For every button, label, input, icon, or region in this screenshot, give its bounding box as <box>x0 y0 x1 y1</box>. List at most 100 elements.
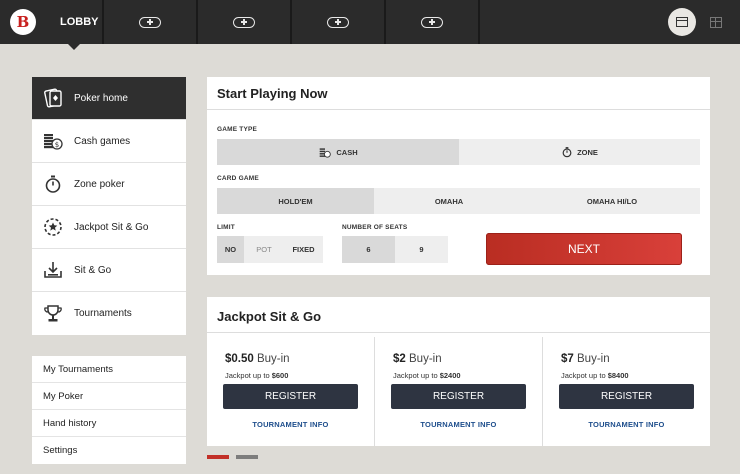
sidebar-item-label: Jackpot Sit & Go <box>74 221 149 233</box>
buyin-amount: $7 <box>561 353 574 365</box>
tournament-info-link[interactable]: TOURNAMENT INFO <box>375 420 542 429</box>
add-table-icon <box>421 16 443 28</box>
start-playing-panel: Start Playing Now GAME TYPE CASH ZONE CA… <box>207 77 710 275</box>
tournament-info-link[interactable]: TOURNAMENT INFO <box>207 420 374 429</box>
tab-lobby[interactable]: LOBBY <box>46 0 102 50</box>
jackpot-line: Jackpot up to $8400 <box>561 371 629 380</box>
stopwatch-icon <box>562 147 572 158</box>
sidebar-item-cash-games[interactable]: $ Cash games <box>32 120 186 163</box>
seats-6[interactable]: 6 <box>342 236 395 263</box>
sidebar-item-sit-go[interactable]: Sit & Go <box>32 249 186 292</box>
sidebar-item-label: Tournaments <box>74 308 132 319</box>
jackpot-games: $0.50 Buy-in Jackpot up to $600 REGISTER… <box>207 337 710 446</box>
trophy-icon <box>42 303 64 325</box>
top-bar: B LOBBY <box>0 0 740 50</box>
sidebar-item-label: Poker home <box>74 92 128 104</box>
limit-label: LIMIT <box>217 224 235 231</box>
buyin-suffix: Buy-in <box>256 353 290 365</box>
download-tray-icon <box>42 259 64 281</box>
sidebar-item-label: Zone poker <box>74 178 125 190</box>
jackpot-game-card: $0.50 Buy-in Jackpot up to $600 REGISTER… <box>207 337 375 446</box>
jackpot-line: Jackpot up to $600 <box>225 371 288 380</box>
jackpot-game-card: $2 Buy-in Jackpot up to $2400 REGISTER T… <box>375 337 543 446</box>
jackpot-amount: $600 <box>271 371 289 380</box>
brand-logo[interactable]: B <box>10 9 36 35</box>
seats-selector: 6 9 <box>342 236 448 263</box>
game-type-cash-label: CASH <box>336 147 358 157</box>
pager-dot-2[interactable] <box>236 455 258 459</box>
card-game-omaha-hilo[interactable]: OMAHA HI/LO <box>524 188 700 214</box>
card-game-holdem[interactable]: HOLD'EM <box>217 188 374 214</box>
single-view-icon <box>676 17 688 27</box>
chips-icon <box>320 147 332 158</box>
chips-icon: $ <box>42 130 64 152</box>
limit-pot[interactable]: POT <box>244 236 284 263</box>
tournament-info-link[interactable]: TOURNAMENT INFO <box>543 420 710 429</box>
limit-fixed[interactable]: FIXED <box>284 236 323 263</box>
jackpot-game-card: $7 Buy-in Jackpot up to $8400 REGISTER T… <box>543 337 710 446</box>
game-type-label: GAME TYPE <box>217 126 258 133</box>
buyin-line: $7 Buy-in <box>561 353 610 365</box>
link-my-poker[interactable]: My Poker <box>32 383 186 410</box>
jackpot-prefix: Jackpot up to <box>393 371 438 380</box>
jackpot-line: Jackpot up to $2400 <box>393 371 461 380</box>
panel-title: Jackpot Sit & Go <box>207 297 710 333</box>
register-button[interactable]: REGISTER <box>559 384 694 409</box>
jackpot-chip-icon <box>42 216 64 238</box>
slot-divider <box>478 0 482 44</box>
add-table-icon <box>233 16 255 28</box>
game-type-selector: CASH ZONE <box>217 139 700 165</box>
buyin-line: $0.50 Buy-in <box>225 353 290 365</box>
card-game-label: CARD GAME <box>217 175 259 182</box>
add-table-slot-4[interactable] <box>384 0 478 44</box>
sidebar-item-label: Sit & Go <box>74 264 112 276</box>
sidebar-item-zone-poker[interactable]: Zone poker <box>32 163 186 206</box>
sidebar-item-label: Cash games <box>74 135 131 147</box>
view-toggles <box>668 8 730 36</box>
sidebar-links: My Tournaments My Poker Hand history Set… <box>32 356 186 464</box>
link-settings[interactable]: Settings <box>32 437 186 464</box>
sidebar-item-jackpot-sit-go[interactable]: Jackpot Sit & Go <box>32 206 186 249</box>
jackpot-prefix: Jackpot up to <box>225 371 270 380</box>
limit-selector: NO POT FIXED <box>217 236 323 263</box>
single-view-button[interactable] <box>668 8 696 36</box>
buyin-amount: $2 <box>393 353 406 365</box>
limit-no[interactable]: NO <box>217 236 244 263</box>
game-type-zone[interactable]: ZONE <box>459 139 700 165</box>
add-table-slot-3[interactable] <box>290 0 384 44</box>
panel-title: Start Playing Now <box>207 77 710 110</box>
sidebar-item-tournaments[interactable]: Tournaments <box>32 292 186 335</box>
seats-label: NUMBER OF SEATS <box>342 224 408 231</box>
game-type-zone-label: ZONE <box>577 147 598 157</box>
add-table-slot-2[interactable] <box>196 0 290 44</box>
register-button[interactable]: REGISTER <box>391 384 526 409</box>
jackpot-amount: $8400 <box>607 371 629 380</box>
cards-icon <box>42 87 64 109</box>
buyin-suffix: Buy-in <box>409 353 442 365</box>
card-game-selector: HOLD'EM OMAHA OMAHA HI/LO <box>217 188 700 214</box>
add-table-icon <box>327 16 349 28</box>
stopwatch-icon <box>42 173 64 195</box>
jackpot-amount: $2400 <box>439 371 461 380</box>
register-button[interactable]: REGISTER <box>223 384 358 409</box>
grid-view-button[interactable] <box>702 8 730 36</box>
jackpot-prefix: Jackpot up to <box>561 371 606 380</box>
link-hand-history[interactable]: Hand history <box>32 410 186 437</box>
buyin-line: $2 Buy-in <box>393 353 442 365</box>
seats-9[interactable]: 9 <box>395 236 448 263</box>
logo-letter: B <box>16 13 30 31</box>
link-my-tournaments[interactable]: My Tournaments <box>32 356 186 383</box>
add-table-slot-1[interactable] <box>102 0 196 44</box>
carousel-pager <box>207 455 258 459</box>
card-game-omaha[interactable]: OMAHA <box>374 188 524 214</box>
sidebar-item-poker-home[interactable]: Poker home <box>32 77 186 120</box>
svg-text:$: $ <box>55 141 59 149</box>
buyin-amount: $0.50 <box>225 353 254 365</box>
next-button[interactable]: NEXT <box>486 233 682 265</box>
buyin-suffix: Buy-in <box>577 353 610 365</box>
pager-dot-1[interactable] <box>207 455 229 459</box>
game-type-cash[interactable]: CASH <box>217 139 459 165</box>
add-table-icon <box>139 16 161 28</box>
grid-view-icon <box>710 16 722 28</box>
jackpot-sit-go-panel: Jackpot Sit & Go $0.50 Buy-in Jackpot up… <box>207 297 710 446</box>
